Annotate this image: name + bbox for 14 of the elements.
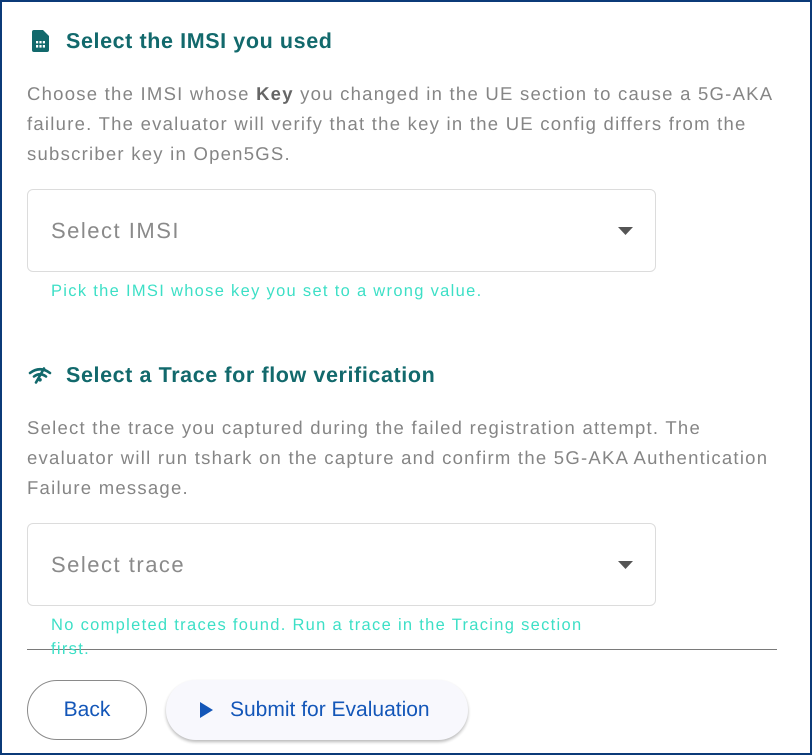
caret-icon (618, 560, 633, 568)
play-icon (200, 702, 213, 718)
section-description: Select the trace you captured during the failed registration attempt. The evaluator will run tshark on the capture and confirm the 5G-AKA Authentication Failure message. (27, 416, 770, 500)
select-field[interactable]: Select IMSI (27, 189, 656, 272)
wifi-off-icon (28, 366, 52, 384)
helper-text: Pick the IMSI whose key you set to a wrong value. (51, 281, 484, 302)
sim-card-icon (32, 30, 49, 52)
section-description: Choose the IMSI whose Key you changed in the UE section to cause a 5G-AKA failure. The evaluator will verify that the key in the UE config differs from the subscriber key in Open5GS. (27, 82, 774, 166)
back-button[interactable]: Back (27, 680, 147, 740)
caret-icon (618, 226, 633, 234)
section-title: Select the IMSI you used (66, 29, 332, 53)
select-field[interactable]: Select trace (27, 523, 656, 606)
section-title: Select a Trace for flow verification (66, 363, 436, 387)
submit-button[interactable]: Submit for Evaluation (166, 680, 468, 740)
